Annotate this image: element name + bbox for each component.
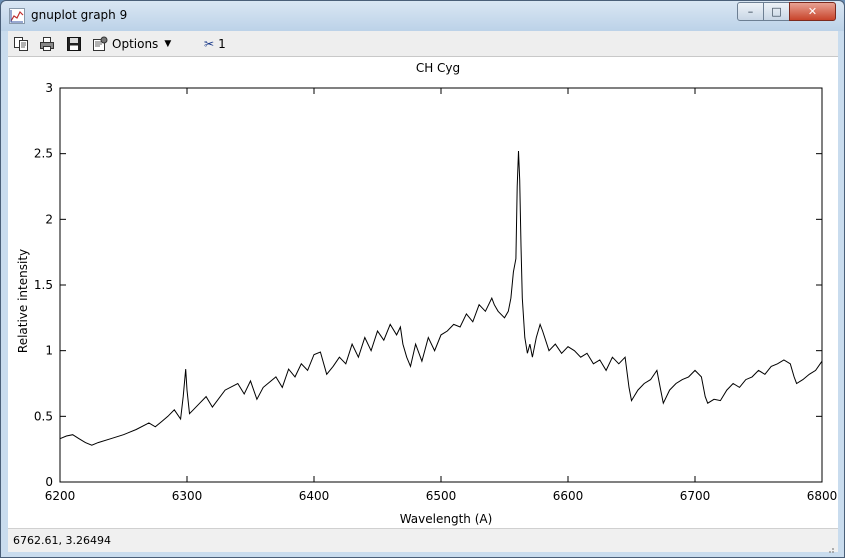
- scissor-button[interactable]: ✂ 1: [204, 35, 226, 53]
- print-icon[interactable]: [39, 36, 55, 52]
- options-menu-button[interactable]: Options ▼: [92, 35, 171, 53]
- maximize-button[interactable]: □: [763, 2, 790, 21]
- close-button[interactable]: ✕: [789, 2, 836, 21]
- scissor-count: 1: [218, 37, 226, 51]
- x-tick-label: 6300: [172, 489, 203, 503]
- resize-grip-icon[interactable]: [825, 539, 835, 553]
- plot-frame: [59, 87, 823, 483]
- copy-icon[interactable]: [13, 36, 29, 52]
- spectrum-series-line: [59, 150, 823, 446]
- chart-svg: CH Cyg Wavelength (A) Relative intensity…: [16, 61, 838, 526]
- y-axis-label: Relative intensity: [16, 249, 30, 353]
- x-axis-label: Wavelength (A): [400, 512, 493, 526]
- x-tick-label: 6200: [45, 489, 76, 503]
- gnuplot-app-icon: [9, 8, 25, 24]
- toolbar: Options ▼ ✂ 1: [8, 31, 838, 57]
- scissor-icon: ✂: [204, 37, 215, 51]
- x-tick-label: 6800: [807, 489, 838, 503]
- y-tick-label: 1: [45, 344, 53, 358]
- y-tick-label: 0.5: [34, 409, 53, 423]
- y-tick-label: 2.5: [34, 147, 53, 161]
- y-tick-label: 0: [45, 475, 53, 489]
- gnuplot-window: gnuplot graph 9 – □ ✕ Options ▼ ✂ 1 CH C…: [0, 0, 845, 558]
- y-tick-label: 1.5: [34, 278, 53, 292]
- title-bar[interactable]: gnuplot graph 9 – □ ✕: [1, 1, 844, 31]
- x-tick-label: 6700: [680, 489, 711, 503]
- status-bar: 6762.61, 3.26494: [8, 528, 838, 553]
- x-tick-label: 6500: [426, 489, 457, 503]
- window-title: gnuplot graph 9: [31, 8, 128, 22]
- x-tick-label: 6600: [553, 489, 584, 503]
- options-icon: [92, 36, 108, 52]
- save-icon[interactable]: [66, 36, 82, 52]
- y-tick-label: 3: [45, 81, 53, 95]
- x-tick-label: 6400: [299, 489, 330, 503]
- close-icon: ✕: [807, 5, 818, 18]
- minimize-icon: –: [747, 5, 754, 18]
- chart-title: CH Cyg: [416, 61, 460, 75]
- maximize-icon: □: [771, 5, 782, 18]
- minimize-button[interactable]: –: [737, 2, 764, 21]
- y-tick-label: 2: [45, 212, 53, 226]
- cursor-coordinates: 6762.61, 3.26494: [13, 534, 111, 547]
- plot-area[interactable]: CH Cyg Wavelength (A) Relative intensity…: [8, 57, 838, 528]
- options-label: Options: [112, 37, 159, 51]
- chevron-down-icon: ▼: [164, 39, 172, 49]
